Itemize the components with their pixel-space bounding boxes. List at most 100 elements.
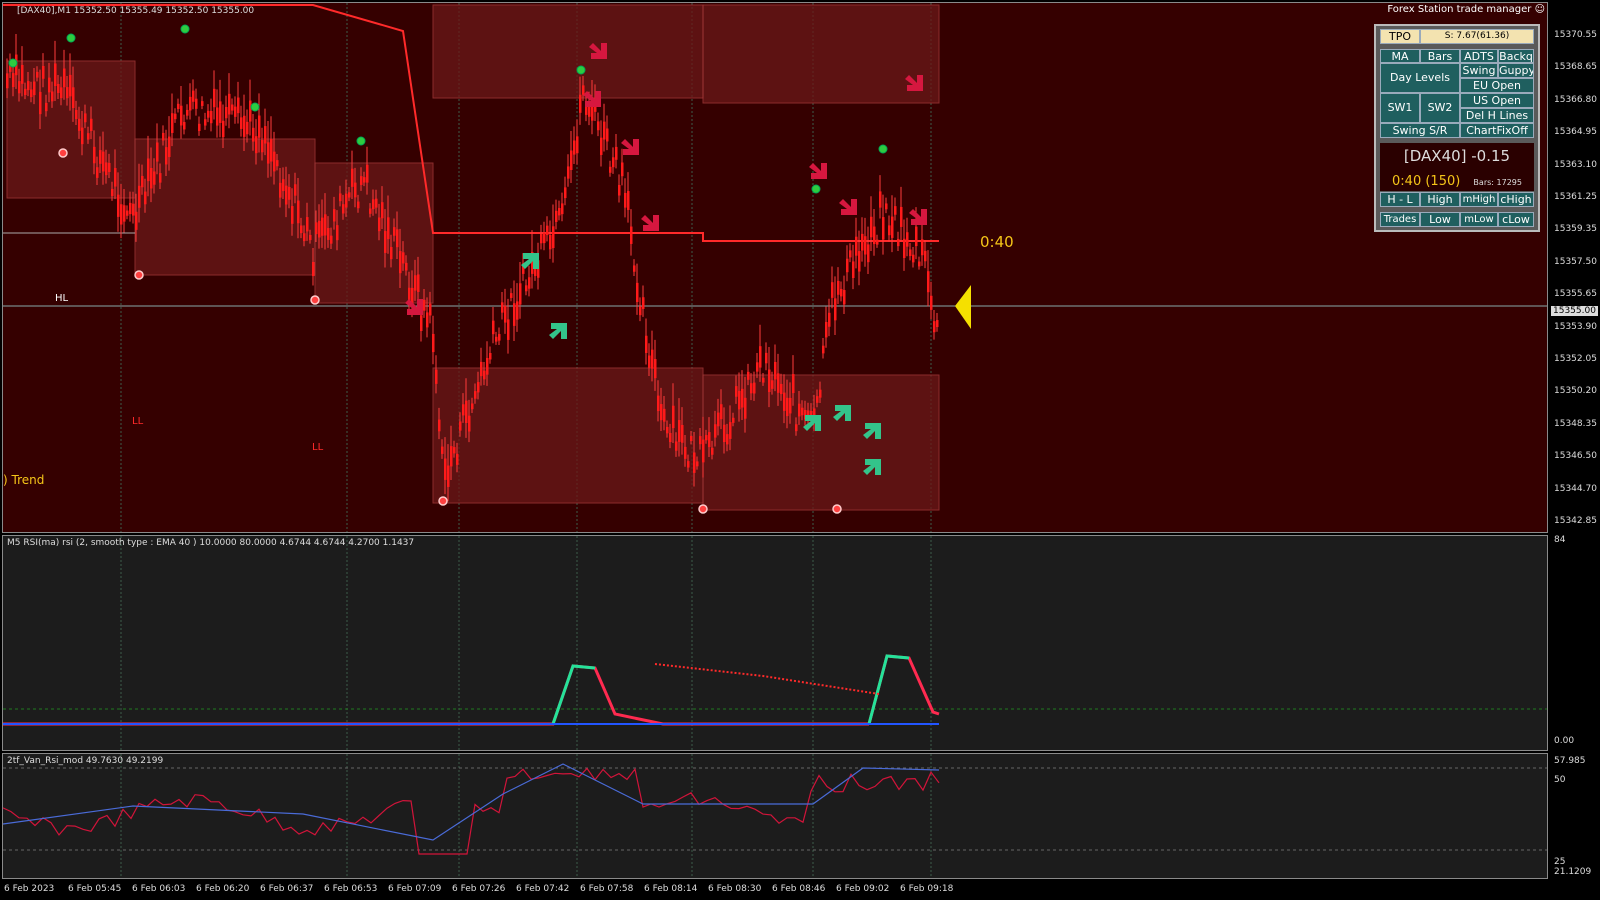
candle-body: [294, 184, 297, 196]
candle-body: [645, 335, 648, 353]
candle-body: [102, 151, 105, 172]
candle-body: [339, 193, 342, 202]
candle-body: [330, 235, 333, 244]
candle-body: [654, 359, 657, 379]
us-open-button[interactable]: US Open: [1460, 93, 1534, 108]
del-h-lines-button[interactable]: Del H Lines: [1460, 108, 1534, 123]
price-chart-canvas[interactable]: [3, 3, 1548, 532]
high-button[interactable]: High: [1420, 192, 1460, 207]
adts-button[interactable]: ADTS: [1460, 49, 1498, 63]
mhigh-button[interactable]: mHigh: [1460, 192, 1498, 207]
candle-body: [891, 216, 894, 238]
rsi-indicator-pane[interactable]: M5 RSI(ma) rsi (2, smooth type : EMA 40 …: [2, 535, 1548, 751]
backq-button[interactable]: Backq: [1498, 49, 1534, 63]
candle-body: [648, 355, 651, 368]
price-axis[interactable]: 15370.55 15368.65 15366.80 15364.95 15363.10…: [1550, 2, 1600, 533]
chartfixoff-button[interactable]: ChartFixOff: [1460, 123, 1534, 138]
time-tick: 6 Feb 06:37: [260, 884, 314, 894]
candle-body: [927, 271, 930, 293]
candle-body: [759, 346, 762, 368]
candle-body: [660, 404, 663, 421]
tpo-button[interactable]: TPO: [1380, 29, 1420, 44]
candle-body: [852, 261, 855, 279]
h-l-button[interactable]: H - L: [1380, 192, 1420, 207]
candle-body: [321, 217, 324, 236]
candle-body: [498, 334, 501, 341]
candle-body: [216, 107, 219, 126]
candle-body: [504, 305, 507, 323]
candle-body: [231, 104, 234, 111]
candle-body: [132, 203, 135, 216]
eu-open-button[interactable]: EU Open: [1460, 78, 1534, 93]
candle-body: [780, 383, 783, 395]
candle-body: [78, 118, 81, 131]
candle-body: [903, 238, 906, 258]
sw2-button[interactable]: SW2: [1420, 93, 1460, 123]
ma-button[interactable]: MA: [1380, 49, 1420, 63]
candle-body: [828, 312, 831, 327]
candle-body: [6, 73, 9, 89]
smiley-icon[interactable]: ☺: [1535, 4, 1545, 15]
swing-low-marker: [58, 148, 68, 158]
candle-body: [699, 436, 702, 445]
day-levels-button[interactable]: Day Levels: [1380, 63, 1460, 93]
candle-body: [897, 238, 900, 247]
trend-label: ) Trend: [3, 473, 45, 487]
candle-body: [354, 182, 357, 198]
swing-button[interactable]: Swing: [1460, 63, 1498, 78]
candle-body: [885, 203, 888, 210]
candle-body: [306, 217, 309, 232]
bars-button[interactable]: Bars: [1420, 49, 1460, 63]
mlow-button[interactable]: mLow: [1460, 212, 1498, 227]
price-chart-pane[interactable]: [DAX40],M1 15352.50 15355.49 15352.50 15…: [2, 2, 1548, 533]
clow-button[interactable]: cLow: [1498, 212, 1534, 227]
candle-body: [432, 333, 435, 353]
candle-body: [66, 87, 69, 99]
candle-body: [858, 251, 861, 272]
candle-body: [630, 226, 633, 244]
candle-body: [729, 422, 732, 439]
candle-body: [732, 417, 735, 423]
candle-body: [399, 251, 402, 274]
sw1-button[interactable]: SW1: [1380, 93, 1420, 123]
candle-body: [312, 262, 315, 277]
candle-body: [501, 302, 504, 313]
swing-sr-button[interactable]: Swing S/R: [1380, 123, 1460, 138]
time-tick: 6 Feb 06:53: [324, 884, 378, 894]
trades-button[interactable]: Trades: [1380, 212, 1420, 227]
candle-body: [210, 110, 213, 124]
swing-high-marker: [66, 33, 76, 43]
candle-body: [582, 85, 585, 95]
candle-body: [879, 191, 882, 208]
candle-body: [462, 404, 465, 416]
candle-body: [417, 274, 420, 292]
sell-arrow: [909, 209, 927, 225]
candle-body: [909, 249, 912, 256]
candle-body: [423, 299, 426, 311]
rsi-axis: 84 0.00: [1550, 535, 1600, 751]
chigh-button[interactable]: cHigh: [1498, 192, 1534, 207]
time-axis[interactable]: 6 Feb 2023 6 Feb 05:45 6 Feb 06:03 6 Feb 06…: [0, 880, 1550, 900]
candle-body: [24, 88, 27, 96]
candle-body: [138, 185, 141, 208]
candle-body: [849, 250, 852, 258]
candle-body: [150, 167, 153, 189]
guppy-button[interactable]: Guppy: [1498, 63, 1534, 78]
candle-body: [786, 397, 789, 417]
candle-body: [402, 252, 405, 264]
candle-body: [900, 206, 903, 227]
candle-body: [135, 211, 138, 230]
tpo-value: S: 7.67(61.36): [1420, 29, 1534, 44]
candle-body: [831, 282, 834, 298]
low-button[interactable]: Low: [1420, 212, 1460, 227]
van-rsi-pane[interactable]: 2tf_Van_Rsi_mod 49.7630 49.2199: [2, 753, 1548, 879]
candle-body: [12, 73, 15, 88]
van-axis: 57.985 50 25 21.1209: [1550, 753, 1600, 879]
candle-body: [18, 81, 21, 94]
candle-body: [717, 412, 720, 427]
candle-body: [723, 424, 726, 442]
van-tick: 25: [1554, 857, 1566, 867]
candle-body: [477, 382, 480, 393]
candle-body: [123, 205, 126, 222]
candle-body: [720, 404, 723, 420]
